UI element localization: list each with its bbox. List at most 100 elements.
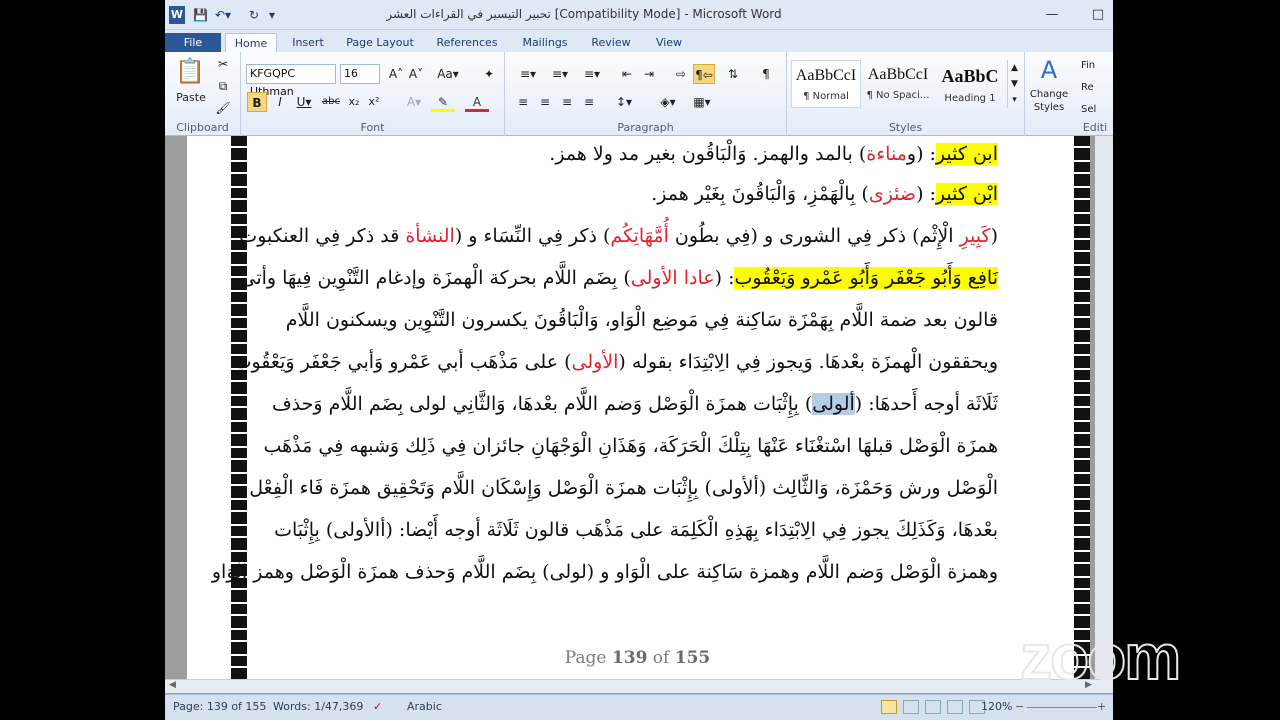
change-case-icon[interactable]: Aa▾ <box>435 64 461 84</box>
tab-file[interactable]: File <box>165 33 221 52</box>
tab-home[interactable]: Home <box>225 33 277 52</box>
tab-references[interactable]: References <box>431 33 503 52</box>
doc-line-3[interactable]: (كَبِيرِ الْإِثْم) ذكر فِي الشورى و (فِي… <box>233 218 998 254</box>
clipboard-label: Clipboard <box>176 121 229 134</box>
ribbon-tabs: File Home Insert Page Layout References … <box>165 30 1113 52</box>
page-border-right <box>1074 136 1090 680</box>
rtl-icon[interactable]: ¶⇦ <box>693 64 715 84</box>
bold-button[interactable]: B <box>247 92 267 112</box>
zoom-in-icon[interactable]: + <box>1097 700 1106 713</box>
styles-scroll-icon[interactable]: ▲ ▼ ▾ <box>1007 60 1021 108</box>
tab-review[interactable]: Review <box>587 33 635 52</box>
font-name-input[interactable]: KFGQPC Uthman <box>246 64 336 98</box>
style-normal-preview: AaBbCcI <box>795 67 857 84</box>
strikethrough-button[interactable]: abc <box>319 92 343 112</box>
outline-icon[interactable] <box>947 700 963 714</box>
full-screen-icon[interactable] <box>903 700 919 714</box>
underline-button[interactable]: U▾ <box>293 92 315 112</box>
change-styles-button[interactable]: Change Styles <box>1025 88 1073 116</box>
tab-page-layout[interactable]: Page Layout <box>343 33 417 52</box>
style-normal[interactable]: AaBbCcI ¶ Normal <box>791 60 861 108</box>
tab-insert[interactable]: Insert <box>285 33 331 52</box>
doc-line-11[interactable]: وهمزة الْوَصْل وَضم اللَّام وهمزة سَاكِن… <box>212 554 998 590</box>
window-title: تحبير التيسير في القراءات العشر [Compati… <box>386 7 782 21</box>
selected-text[interactable]: ألولى <box>812 393 855 415</box>
scroll-left-icon[interactable]: ◀ <box>169 680 176 690</box>
tab-mailings[interactable]: Mailings <box>515 33 575 52</box>
align-left-icon[interactable]: ≡ <box>513 92 533 112</box>
increase-indent-icon[interactable]: ⇥ <box>639 64 659 84</box>
format-painter-icon[interactable]: 🖌 <box>213 98 233 118</box>
styles-group: AaBbCcI ¶ Normal AaBbCcI ¶ No Spaci... A… <box>787 52 1025 136</box>
change-styles-icon[interactable]: A <box>1035 56 1063 84</box>
shrink-font-icon[interactable]: A˅ <box>407 64 425 84</box>
highlight-icon[interactable]: ✎ <box>431 92 455 112</box>
grow-font-icon[interactable]: A˄ <box>387 64 405 84</box>
font-color-icon[interactable]: A <box>465 92 489 112</box>
doc-line-2[interactable]: ابْن كثير: (ضئزى) بِالْهَمْزِ، وَالْبَاق… <box>651 176 998 212</box>
zoom-out-icon[interactable]: − <box>1015 700 1024 713</box>
line-spacing-icon[interactable]: ↕▾ <box>611 92 637 112</box>
font-size-input[interactable]: 16 <box>340 64 380 84</box>
title-bar: W 💾 ↶▾ ↻ ▾ تحبير التيسير في القراءات الع… <box>165 0 1113 30</box>
minimize-icon[interactable]: — <box>1043 6 1061 24</box>
editing-label: Editi <box>1082 121 1108 134</box>
horizontal-scrollbar[interactable]: ◀ ▶ <box>165 679 1113 693</box>
style-heading-1[interactable]: AaBbC Heading 1 <box>935 60 1005 108</box>
status-language[interactable]: Arabic <box>407 700 442 713</box>
status-page[interactable]: Page: 139 of 155 <box>173 700 266 713</box>
align-right-icon[interactable]: ≡ <box>557 92 577 112</box>
paste-icon[interactable]: 📋 <box>175 56 205 86</box>
doc-line-9[interactable]: الْوَصْل ورش وَحَمْزَة، وَالثَّالِث (ألأ… <box>249 470 998 506</box>
status-bar: Page: 139 of 155 Words: 1/47,369 ✓ Arabi… <box>165 694 1113 720</box>
doc-line-5[interactable]: قالون بعد ضمة اللَّام بِهَمْزَة سَاكِنة … <box>286 302 998 338</box>
status-words[interactable]: Words: 1/47,369 <box>273 700 363 713</box>
zoom-slider[interactable] <box>1027 707 1097 708</box>
doc-line-7[interactable]: ثَلَاثَة أوجه أَحدهَا: (ألولى) بِإِثْبَا… <box>272 386 998 422</box>
tab-view[interactable]: View <box>647 33 691 52</box>
paste-button[interactable]: Paste <box>171 88 211 108</box>
print-layout-icon[interactable] <box>881 700 897 714</box>
style-no-spacing-preview: AaBbCcI <box>867 66 929 83</box>
ltr-icon[interactable]: ⇨ <box>671 64 691 84</box>
sort-icon[interactable]: ⇅ <box>723 64 743 84</box>
change-styles-group: A Change Styles <box>1025 52 1073 136</box>
style-no-spacing-name: ¶ No Spaci... <box>866 90 930 101</box>
status-zoom[interactable]: 120% <box>981 700 1012 713</box>
subscript-button[interactable]: x₂ <box>345 92 363 112</box>
doc-line-6[interactable]: ويحققون الْهمزَة بعْدهَا. وَيجوز فِي الِ… <box>234 344 998 380</box>
superscript-button[interactable]: x² <box>365 92 383 112</box>
select-button[interactable]: Sel <box>1081 100 1113 120</box>
shading-icon[interactable]: ◈▾ <box>655 92 681 112</box>
numbering-icon[interactable]: ≡▾ <box>545 64 575 84</box>
clear-formatting-icon[interactable]: ✦ <box>479 64 499 84</box>
vertical-scrollbar[interactable] <box>1095 136 1113 680</box>
justify-icon[interactable]: ≡ <box>579 92 599 112</box>
proofing-icon[interactable]: ✓ <box>373 700 382 713</box>
word-window: W 💾 ↶▾ ↻ ▾ تحبير التيسير في القراءات الع… <box>165 0 1113 720</box>
doc-line-8[interactable]: همزَة الْوَصْل قبلهَا اسْتغْنَاء عَنْهَا… <box>264 428 999 464</box>
replace-button[interactable]: Re <box>1081 78 1113 98</box>
align-center-icon[interactable]: ≡ <box>535 92 555 112</box>
maximize-icon[interactable]: □ <box>1089 6 1107 24</box>
copy-icon[interactable]: ⧉ <box>213 76 233 96</box>
style-no-spacing[interactable]: AaBbCcI ¶ No Spaci... <box>863 60 933 108</box>
web-layout-icon[interactable] <box>925 700 941 714</box>
document-area[interactable]: ابن كثير: (ومناءة) بالمد والهمز. وَالْبَ… <box>165 136 1113 694</box>
bullets-icon[interactable]: ≡▾ <box>513 64 543 84</box>
borders-icon[interactable]: ▦▾ <box>689 92 715 112</box>
document-page[interactable]: ابن كثير: (ومناءة) بالمد والهمز. وَالْبَ… <box>187 136 1090 680</box>
cut-icon[interactable]: ✂ <box>213 54 233 74</box>
style-heading-1-preview: AaBbC <box>941 66 999 86</box>
find-button[interactable]: Fin <box>1081 56 1113 76</box>
doc-line-10[interactable]: بعْدهَا، وَكَذَلِكَ يجوز فِي الِابْتِدَا… <box>274 512 998 548</box>
paragraph-group: ≡▾ ≡▾ ≡▾ ⇤ ⇥ ⇨ ¶⇦ ⇅ ¶ ≡ ≡ ≡ ≡ ↕▾ ◈▾ ▦▾ P… <box>505 52 787 136</box>
page-number-footer: Page 139 of 155 <box>564 648 711 668</box>
multilevel-list-icon[interactable]: ≡▾ <box>577 64 607 84</box>
show-marks-icon[interactable]: ¶ <box>757 64 775 84</box>
decrease-indent-icon[interactable]: ⇤ <box>617 64 637 84</box>
italic-button[interactable]: I <box>271 92 289 112</box>
doc-line-4[interactable]: نَافِع وَأَبُو جَعْفَر وَأَبُو عَمْرو وَ… <box>241 260 998 296</box>
text-effects-icon[interactable]: A▾ <box>403 92 425 112</box>
doc-line-1[interactable]: ابن كثير: (ومناءة) بالمد والهمز. وَالْبَ… <box>549 136 998 172</box>
